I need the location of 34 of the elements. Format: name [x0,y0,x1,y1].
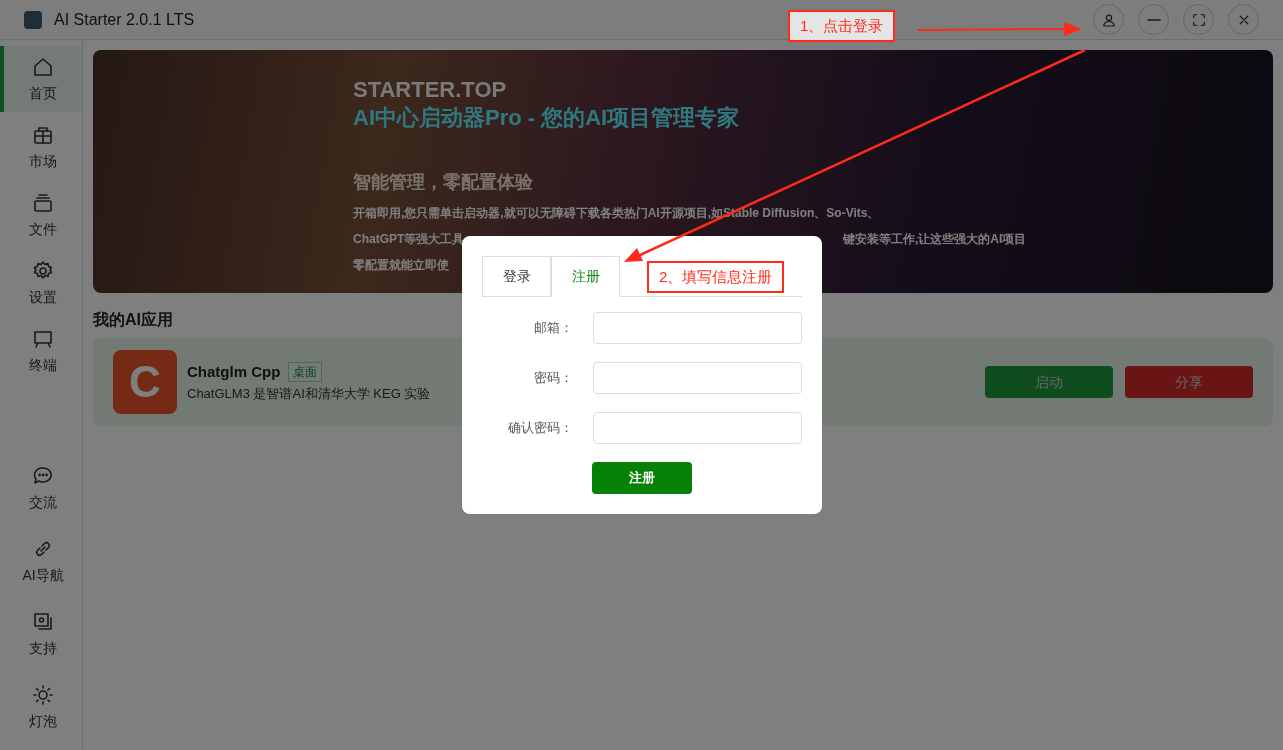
app-description: ChatGLM3 是智谱AI和清华大学 KEG 实验 [187,384,431,403]
field-label: 邮箱： [533,319,573,338]
dialog-tab[interactable]: 登录 [482,256,551,297]
sidebar-item[interactable]: 首页 [0,46,82,112]
dialog-tab[interactable]: 注册 [551,256,620,297]
input-field[interactable] [593,312,802,344]
input-field[interactable] [593,362,802,394]
app-tag: 桌面 [288,362,323,383]
sidebar-item[interactable]: 终端 [0,318,82,384]
sidebar-item[interactable]: 灯泡 [0,674,82,740]
annotation-label: 1、点击登录 [788,10,896,42]
section-title: 我的AI应用 [93,310,173,330]
register-button[interactable]: 注册 [592,462,692,494]
banner-tagline: 智能管理，零配置体验 [353,171,534,194]
banner-text: 键安装等工作,让这些强大的AI项目 [843,231,1027,248]
banner-text: ChatGPT等强大工具 [353,231,466,248]
sidebar-item[interactable]: 支持 [0,601,82,667]
sun-icon [31,682,55,707]
sidebar-item[interactable]: 设置 [0,250,82,316]
window-title: AI Starter 2.0.1 LTS [54,9,195,30]
field-label: 确认密码： [507,419,573,438]
sidebar-item[interactable]: 交流 [0,455,82,521]
input-field[interactable] [593,412,802,444]
app-logo: C [113,350,177,414]
app-name: Chatglm Cpp [187,362,281,382]
sidebar-item[interactable]: AI导航 [0,528,82,594]
banner-site: STARTER.TOP [353,76,508,104]
minimize-icon [1146,17,1161,22]
sidebar-item[interactable]: 市场 [0,114,82,180]
field-label: 密码： [533,369,573,388]
banner-text: 零配置就能立即使 [353,257,449,274]
banner-headline: AI中心启动器Pro - 您的AI项目管理专家 [353,103,741,131]
sidebar-item[interactable]: 文件 [0,182,82,248]
annotation-label: 2、填写信息注册 [647,261,785,293]
